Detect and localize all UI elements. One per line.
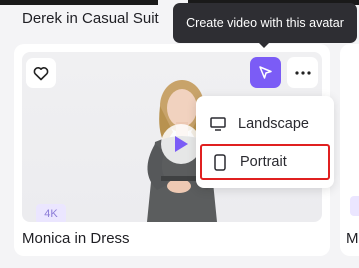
create-video-button[interactable] (250, 57, 281, 88)
menu-item-label: Portrait (240, 154, 287, 170)
play-icon (175, 136, 188, 152)
menu-item-label: Landscape (238, 116, 309, 132)
more-dots-icon (294, 70, 311, 75)
card-title: Monica in Dress (22, 230, 130, 247)
next-card-badge (350, 196, 359, 216)
menu-item-landscape[interactable]: Landscape (200, 106, 330, 142)
monitor-icon (208, 117, 228, 131)
phone-icon (210, 153, 230, 171)
favorite-button[interactable] (26, 58, 56, 88)
next-avatar-card[interactable] (340, 44, 359, 256)
quality-badge: 4K (36, 204, 66, 222)
more-options-button[interactable] (287, 57, 318, 88)
orientation-dropdown: Landscape Portrait (196, 96, 334, 188)
next-card-title: Mo (346, 230, 359, 247)
tooltip-arrow (258, 42, 270, 48)
heart-icon (33, 66, 49, 80)
cursor-icon (259, 66, 272, 79)
previous-card-title: Derek in Casual Suit (22, 10, 159, 27)
menu-item-portrait[interactable]: Portrait (200, 144, 330, 180)
tooltip: Create video with this avatar (173, 3, 357, 43)
play-button[interactable] (161, 124, 201, 164)
